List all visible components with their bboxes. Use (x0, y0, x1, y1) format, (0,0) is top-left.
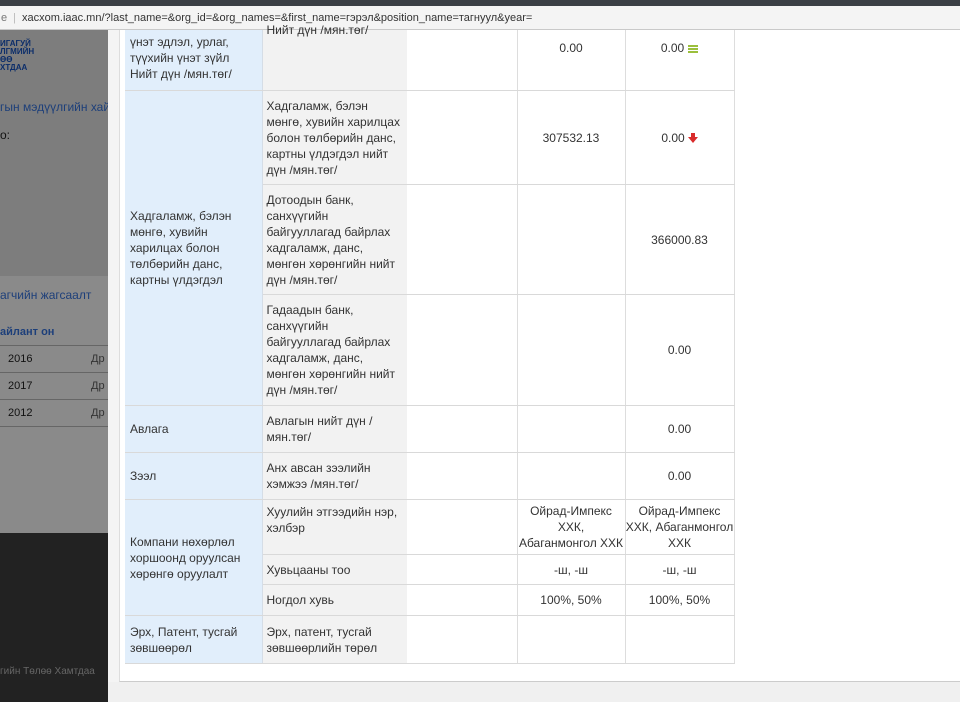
tab-list[interactable]: агчийн жагсаалт (0, 288, 91, 302)
value-cell (624, 615, 735, 664)
table-row[interactable]: 2012 Др (0, 400, 108, 427)
value-cell: 0.00 (624, 294, 735, 406)
value-cell: 100%, 50% (516, 584, 625, 616)
table-row: Хадгаламж, бэлэн мөнгө, хувийн харилцах … (125, 90, 735, 406)
item-cell: Дотоодын банк, санхүүгийн байгууллагад б… (262, 184, 407, 295)
empty-cell (407, 294, 517, 406)
value-cell (516, 452, 625, 500)
empty-cell (407, 452, 517, 500)
category-cell: Хадгаламж, бэлэн мөнгө, хувийн харилцах … (125, 90, 263, 406)
item-cell: Гадаадын банк, санхүүгийн байгууллагад б… (262, 294, 407, 406)
url-prefix: e (1, 12, 8, 24)
value-cell (516, 184, 625, 295)
address-separator: | (13, 12, 16, 24)
site-logo: ИГАГУЙ ЛГМИЙН ӨӨ ХТДАА (0, 39, 35, 72)
empty-cell (407, 554, 517, 585)
item-cell: Эрх, патент, тусгай зөвшөөрлийн төрөл (262, 615, 407, 664)
category-cell: Эрх, Патент, тусгай зөвшөөрөл (125, 615, 263, 664)
item-cell: Хувьцааны тоо (262, 554, 407, 585)
empty-cell (407, 405, 517, 453)
asset-table: үнэт эдлэл, урлаг, түүхийн үнэт зүйл Ний… (125, 23, 735, 664)
empty-cell (407, 184, 517, 295)
table-row: үнэт эдлэл, урлаг, түүхийн үнэт зүйл Ний… (125, 23, 735, 91)
footer-text: гийн Төлөө Хамтдаа (0, 666, 95, 677)
empty-cell (407, 90, 517, 185)
table-row: Компани нөхөрлөл хоршоонд оруулсан хөрөн… (125, 499, 735, 616)
value-cell: 0.00 (624, 405, 735, 453)
value-cell: -ш, -ш (624, 554, 735, 585)
table-row: Авлага Авлагын нийт дүн /мян.төг/ 0.00 (125, 405, 735, 453)
background-table: айлант он 2016 Др 2017 Др 2012 Др (0, 318, 108, 427)
background-page: ИГАГУЙ ЛГМИЙН ӨӨ ХТДАА гын мэдүүлгийн ха… (0, 30, 108, 702)
item-cell: Ногдол хувь (262, 584, 407, 616)
empty-cell (407, 30, 517, 91)
item-cell: Хуулийн этгээдийн нэр, хэлбэр (262, 499, 407, 555)
category-cell: Компани нөхөрлөл хоршоонд оруулсан хөрөн… (125, 499, 263, 616)
address-bar[interactable]: e | xacxom.iaac.mn/?last_name=&org_id=&org… (0, 6, 960, 30)
table-row[interactable]: 2016 Др (0, 346, 108, 373)
category-cell: Зээл (125, 452, 263, 500)
value-cell (516, 405, 625, 453)
item-cell: Нийт дүн /мян.төг/ (262, 23, 407, 91)
value-cell: 307532.13 (516, 90, 625, 185)
value-cell: 0.00 (516, 30, 625, 91)
declaration-search-link[interactable]: гын мэдүүлгийн хай (0, 100, 108, 114)
value-cell: Ойрад-Импекс ХХК, Абаганмонгол ХХК (624, 499, 735, 555)
value-cell: 366000.83 (624, 184, 735, 295)
page-bottom (108, 682, 960, 702)
value-cell: -ш, -ш (516, 554, 625, 585)
table-row: Зээл Анх авсан зээлийн хэмжээ /мян.төг/ … (125, 452, 735, 500)
declaration-modal: үнэт эдлэл, урлаг, түүхийн үнэт зүйл Ний… (119, 23, 960, 682)
item-cell: Анх авсан зээлийн хэмжээ /мян.төг/ (262, 452, 407, 500)
table-row: Эрх, Патент, тусгай зөвшөөрөл Эрх, патен… (125, 615, 735, 664)
value-cell: 0.00 (624, 90, 735, 185)
table-row[interactable]: 2017 Др (0, 373, 108, 400)
field-label: о: (0, 128, 11, 142)
empty-cell (407, 499, 517, 555)
value-cell: Ойрад-Импекс ХХК, Абаганмонгол ХХК (516, 499, 625, 555)
value-cell (516, 615, 625, 664)
value-cell: 0.00 (624, 452, 735, 500)
category-cell: үнэт эдлэл, урлаг, түүхийн үнэт зүйл Ний… (125, 30, 263, 91)
empty-cell (407, 615, 517, 664)
down-arrow-icon (687, 133, 698, 144)
category-cell: Авлага (125, 405, 263, 453)
value-cell: 0.00 (624, 30, 735, 91)
item-cell: Авлагын нийт дүн /мян.төг/ (262, 405, 407, 453)
empty-cell (407, 584, 517, 616)
value-cell: 100%, 50% (624, 584, 735, 616)
item-cell: Хадгаламж, бэлэн мөнгө, хувийн харилцах … (262, 90, 407, 185)
modal-overlay (108, 30, 119, 682)
table-header: айлант он (0, 318, 108, 346)
lines-icon (688, 44, 699, 53)
value-cell (516, 294, 625, 406)
